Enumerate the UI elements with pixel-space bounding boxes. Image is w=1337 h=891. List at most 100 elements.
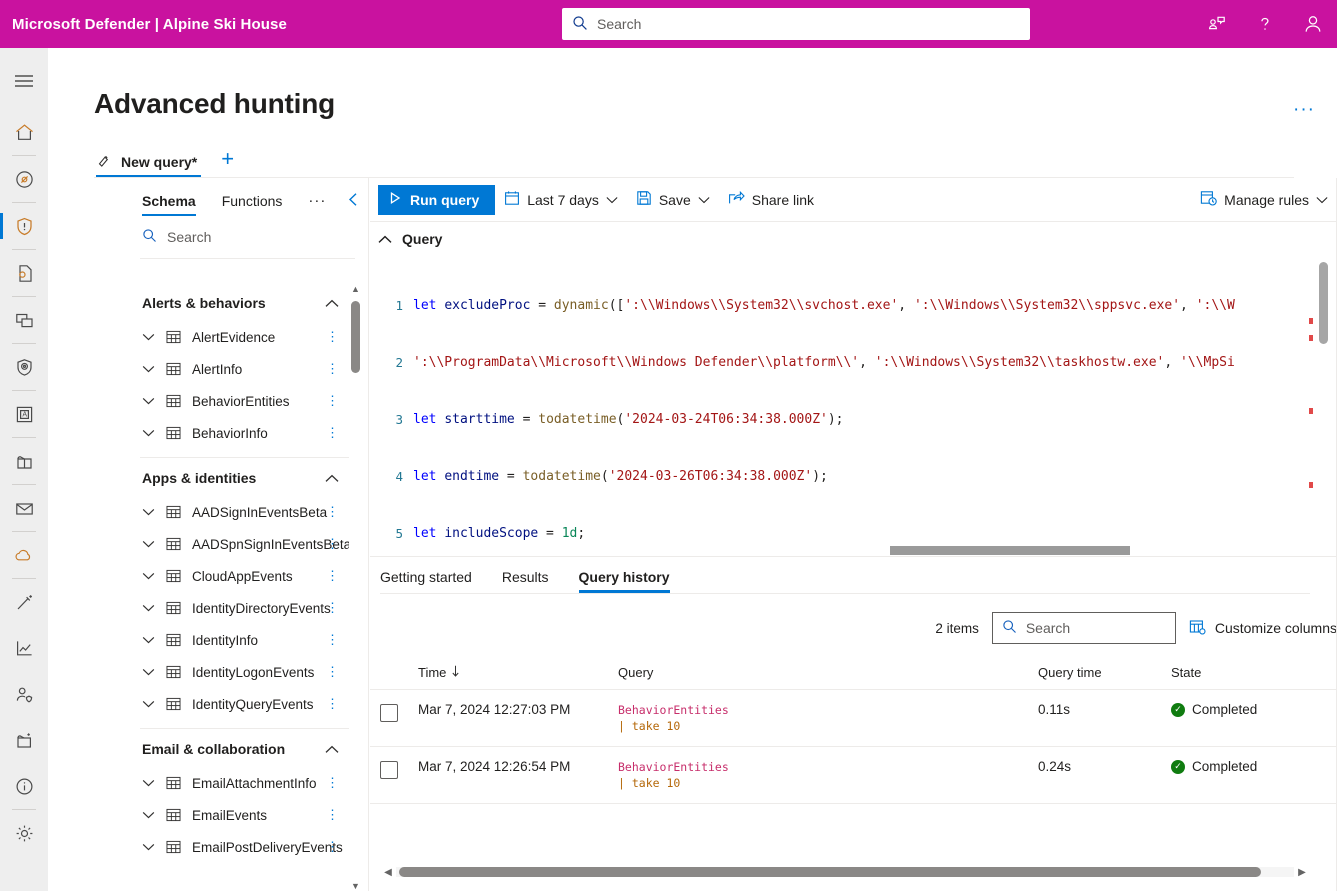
chevron-down-icon[interactable]	[142, 508, 166, 516]
schema-table-list[interactable]: Alerts & behaviors AlertEvidence ⋮ Alert…	[94, 283, 369, 891]
column-header-query-time[interactable]: Query time	[1038, 665, 1171, 680]
scroll-right-arrow-icon[interactable]: ▶	[1294, 867, 1310, 878]
actions-file-icon[interactable]	[0, 250, 48, 296]
schema-table-AADSpnSignInEventsBeta[interactable]: AADSpnSignInEventsBeta ⋮	[94, 528, 369, 560]
global-search-input[interactable]: Search	[562, 8, 1030, 40]
scrollbar-thumb[interactable]	[1319, 262, 1328, 344]
column-header-query[interactable]: Query	[618, 665, 1038, 680]
schema-table-IdentityDirectoryEvents[interactable]: IdentityDirectoryEvents ⋮	[94, 592, 369, 624]
account-icon[interactable]	[1289, 0, 1337, 48]
chevron-down-icon[interactable]	[142, 572, 166, 580]
incidents-icon[interactable]	[0, 156, 48, 202]
row-checkbox[interactable]	[380, 704, 398, 722]
home-icon[interactable]	[0, 109, 48, 155]
schema-table-AlertInfo[interactable]: AlertInfo ⋮	[94, 353, 369, 385]
scroll-up-arrow-icon[interactable]: ▲	[350, 283, 361, 294]
magic-wand-icon[interactable]	[0, 579, 48, 625]
info-icon[interactable]	[0, 763, 48, 809]
schema-table-AADSignInEventsBeta[interactable]: AADSignInEventsBeta ⋮	[94, 496, 369, 528]
time-range-button[interactable]: Last 7 days	[495, 185, 627, 215]
feedback-people-icon[interactable]	[1193, 0, 1241, 48]
scrollbar-thumb[interactable]	[351, 301, 360, 373]
scroll-left-arrow-icon[interactable]: ◀	[380, 867, 396, 878]
chevron-down-icon[interactable]	[142, 397, 166, 405]
chevron-down-icon[interactable]	[142, 811, 166, 819]
scroll-down-arrow-icon[interactable]: ▼	[350, 880, 361, 891]
partner-catalog-icon[interactable]	[0, 717, 48, 763]
table-overflow-menu-icon[interactable]: ⋮	[326, 362, 339, 376]
add-query-tab-button[interactable]: +	[207, 144, 248, 178]
collapse-sidebar-chevron-left-icon[interactable]	[347, 192, 360, 211]
schema-table-CloudAppEvents[interactable]: CloudAppEvents ⋮	[94, 560, 369, 592]
results-search-input[interactable]: Search	[991, 612, 1176, 644]
hamburger-menu[interactable]	[0, 58, 48, 104]
table-overflow-menu-icon[interactable]: ⋮	[326, 840, 339, 854]
schema-table-BehaviorEntities[interactable]: BehaviorEntities ⋮	[94, 385, 369, 417]
scrollbar-thumb[interactable]	[399, 867, 1262, 877]
chevron-down-icon[interactable]	[142, 604, 166, 612]
table-overflow-menu-icon[interactable]: ⋮	[326, 808, 339, 822]
scrollbar-thumb[interactable]	[890, 546, 1130, 555]
schema-search-input[interactable]: Search	[142, 228, 332, 252]
run-query-button[interactable]: Run query	[378, 184, 496, 215]
table-overflow-menu-icon[interactable]: ⋮	[326, 665, 339, 679]
table-overflow-menu-icon[interactable]: ⋮	[326, 394, 339, 408]
reports-chart-icon[interactable]	[0, 625, 48, 671]
customize-columns-button[interactable]: Customize columns	[1189, 619, 1337, 638]
table-overflow-menu-icon[interactable]: ⋮	[326, 426, 339, 440]
page-more-actions[interactable]: ···	[1293, 100, 1315, 119]
table-overflow-menu-icon[interactable]: ⋮	[326, 537, 339, 551]
help-icon[interactable]	[1241, 0, 1289, 48]
tab-functions[interactable]: Functions	[222, 193, 283, 216]
chevron-down-icon[interactable]	[142, 668, 166, 676]
table-overflow-menu-icon[interactable]: ⋮	[326, 601, 339, 615]
save-button[interactable]: Save	[627, 185, 719, 215]
schema-table-IdentityQueryEvents[interactable]: IdentityQueryEvents ⋮	[94, 688, 369, 720]
editor-vertical-scrollbar[interactable]	[1317, 260, 1330, 545]
scrollbar-track[interactable]	[396, 867, 1294, 877]
chevron-down-icon[interactable]	[142, 636, 166, 644]
learning-hub-icon[interactable]: A	[0, 391, 48, 437]
tab-schema[interactable]: Schema	[142, 193, 196, 216]
schema-table-IdentityLogonEvents[interactable]: IdentityLogonEvents ⋮	[94, 656, 369, 688]
table-overflow-menu-icon[interactable]: ⋮	[326, 697, 339, 711]
table-overflow-menu-icon[interactable]: ⋮	[326, 505, 339, 519]
settings-gear-icon[interactable]	[0, 810, 48, 856]
chevron-down-icon[interactable]	[142, 429, 166, 437]
results-horizontal-scrollbar[interactable]: ◀ ▶	[380, 863, 1310, 881]
schema-table-EmailEvents[interactable]: EmailEvents ⋮	[94, 799, 369, 831]
tab-results[interactable]: Results	[502, 569, 549, 593]
query-section-header[interactable]: Query	[370, 222, 1337, 254]
tab-query-history[interactable]: Query history	[578, 569, 670, 593]
share-link-button[interactable]: Share link	[719, 185, 823, 215]
cloud-apps-icon[interactable]	[0, 532, 48, 578]
column-header-state[interactable]: State	[1171, 665, 1311, 680]
chevron-down-icon[interactable]	[142, 700, 166, 708]
chevron-down-icon[interactable]	[142, 365, 166, 373]
editor-horizontal-scrollbar[interactable]	[760, 546, 1335, 555]
table-overflow-menu-icon[interactable]: ⋮	[326, 569, 339, 583]
schema-table-EmailAttachmentInfo[interactable]: EmailAttachmentInfo ⋮	[94, 767, 369, 799]
tab-getting-started[interactable]: Getting started	[380, 569, 472, 593]
table-overflow-menu-icon[interactable]: ⋮	[326, 633, 339, 647]
manage-rules-button[interactable]: Manage rules	[1191, 185, 1337, 215]
email-icon[interactable]	[0, 485, 48, 531]
table-row[interactable]: Mar 7, 2024 12:26:54 PM BehaviorEntities…	[370, 747, 1337, 804]
threat-analytics-icon[interactable]	[0, 297, 48, 343]
kql-code-editor[interactable]: 1 let excludeProc = dynamic([':\\Windows\…	[370, 258, 1337, 552]
schema-scrollbar[interactable]: ▲ ▼	[349, 283, 361, 891]
chevron-down-icon[interactable]	[142, 843, 166, 851]
table-row[interactable]: Mar 7, 2024 12:27:03 PM BehaviorEntities…	[370, 690, 1337, 747]
schema-table-IdentityInfo[interactable]: IdentityInfo ⋮	[94, 624, 369, 656]
query-tab-new-query[interactable]: New query*	[94, 148, 207, 178]
chevron-down-icon[interactable]	[142, 540, 166, 548]
row-checkbox[interactable]	[380, 761, 398, 779]
table-overflow-menu-icon[interactable]: ⋮	[326, 776, 339, 790]
secure-score-icon[interactable]	[0, 344, 48, 390]
schema-table-AlertEvidence[interactable]: AlertEvidence ⋮	[94, 321, 369, 353]
chevron-down-icon[interactable]	[142, 333, 166, 341]
schema-more-button[interactable]: ···	[308, 192, 326, 216]
trials-icon[interactable]	[0, 438, 48, 484]
chevron-down-icon[interactable]	[142, 779, 166, 787]
schema-table-BehaviorInfo[interactable]: BehaviorInfo ⋮	[94, 417, 369, 449]
